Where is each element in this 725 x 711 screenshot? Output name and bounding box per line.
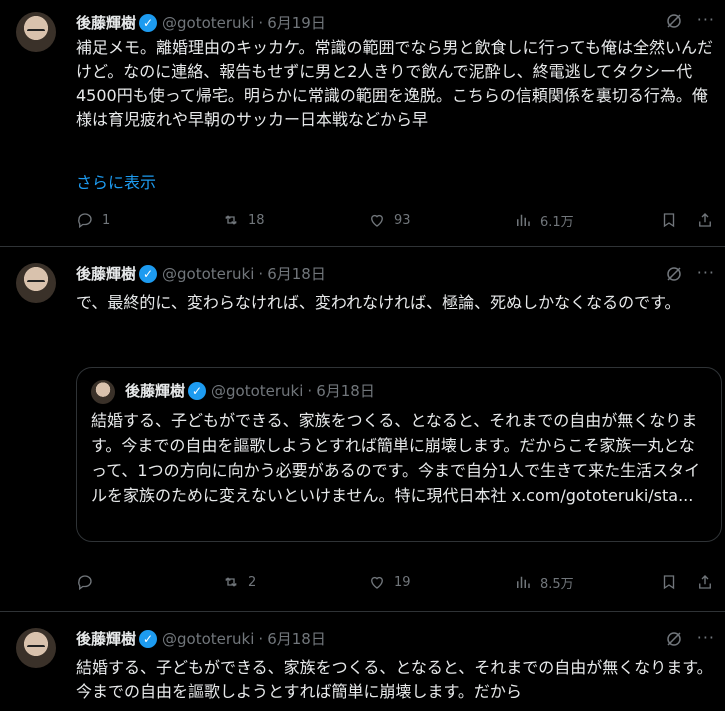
tweet-header: 後藤輝樹 ✓ @gototeruki · 6月18日 <box>76 263 326 284</box>
verified-badge-icon: ✓ <box>188 381 207 400</box>
like-button[interactable]: 19 <box>368 573 411 591</box>
retweet-icon <box>225 215 237 225</box>
verified-badge-icon: ✓ <box>139 629 158 648</box>
quoted-avatar[interactable] <box>91 380 115 404</box>
tweet-text: 補足メモ。離婚理由のキッカケ。常識の範囲でなら男と飲食しに行っても俺は全然いんだ… <box>76 38 713 129</box>
retweet-count: 2 <box>248 574 257 590</box>
reply-button[interactable] <box>76 573 102 591</box>
quoted-header: 後藤輝樹 ✓ @gototeruki · 6月18日 <box>125 380 375 401</box>
reply-count: 1 <box>102 212 111 228</box>
author-name[interactable]: 後藤輝樹 <box>76 628 136 649</box>
author-handle[interactable]: @gototeruki <box>162 265 254 283</box>
author-name[interactable]: 後藤輝樹 <box>76 263 136 284</box>
views-icon <box>517 576 530 588</box>
retweet-button[interactable]: 2 <box>222 573 256 591</box>
quoted-author-handle: @gototeruki <box>211 381 304 400</box>
bookmark-button[interactable] <box>660 573 678 591</box>
view-count: 8.5万 <box>540 576 574 592</box>
separator: · <box>258 629 264 648</box>
bookmark-icon <box>663 213 675 228</box>
share-button[interactable] <box>696 573 714 591</box>
separator: · <box>307 381 313 400</box>
quoted-tweet[interactable]: 後藤輝樹 ✓ @gototeruki · 6月18日 結婚する、子どもができる、… <box>76 367 722 542</box>
separator: · <box>258 264 264 283</box>
tweet[interactable]: 後藤輝樹 ✓ @gototeruki · 6月18日 ··· で、最終的に、変わ… <box>0 247 725 612</box>
tweet[interactable]: 後藤輝樹 ✓ @gototeruki · 6月19日 ··· 補足メモ。離婚理由… <box>0 0 725 247</box>
author-handle[interactable]: @gototeruki <box>162 14 254 32</box>
tweet-header: 後藤輝樹 ✓ @gototeruki · 6月18日 <box>76 628 326 649</box>
retweet-icon <box>225 577 237 587</box>
bookmark-icon <box>663 575 675 590</box>
quoted-date: 6月18日 <box>316 382 375 400</box>
tweet-date[interactable]: 6月18日 <box>267 263 326 284</box>
avatar[interactable] <box>16 628 56 668</box>
grok-icon[interactable] <box>665 12 683 30</box>
like-count: 93 <box>394 212 411 228</box>
bookmark-button[interactable] <box>660 211 678 229</box>
more-icon[interactable]: ··· <box>697 10 715 29</box>
quoted-text: 結婚する、子どもができる、家族をつくる、となると、それまでの自由が無くなります。… <box>91 411 701 505</box>
show-more-link[interactable]: さらに表示 <box>76 169 156 193</box>
verified-badge-icon: ✓ <box>139 264 158 283</box>
like-button[interactable]: 93 <box>368 211 411 229</box>
like-icon <box>371 214 383 227</box>
quoted-author-name: 後藤輝樹 <box>125 382 186 400</box>
avatar[interactable] <box>16 12 56 52</box>
tweet-header: 後藤輝樹 ✓ @gototeruki · 6月19日 <box>76 12 326 33</box>
tweet-date[interactable]: 6月19日 <box>267 12 326 33</box>
reply-icon <box>78 213 92 229</box>
share-icon <box>699 575 711 589</box>
grok-icon[interactable] <box>665 630 683 648</box>
reply-button[interactable]: 1 <box>76 211 110 229</box>
separator: · <box>258 13 264 32</box>
share-button[interactable] <box>696 211 714 229</box>
more-icon[interactable]: ··· <box>697 263 715 282</box>
views-icon <box>517 214 530 226</box>
view-count: 6.1万 <box>540 214 574 230</box>
views-button[interactable]: 8.5万 <box>514 573 574 592</box>
retweet-count: 18 <box>248 212 265 228</box>
author-handle[interactable]: @gototeruki <box>162 630 254 648</box>
avatar[interactable] <box>16 263 56 303</box>
share-icon <box>699 213 711 227</box>
author-name[interactable]: 後藤輝樹 <box>76 12 136 33</box>
tweet-date[interactable]: 6月18日 <box>267 628 326 649</box>
like-icon <box>371 576 383 589</box>
tweet-actions: 2 19 8.5万 <box>76 572 713 592</box>
tweet[interactable]: 後藤輝樹 ✓ @gototeruki · 6月18日 ··· 結婚する、子どもが… <box>0 612 725 711</box>
grok-icon[interactable] <box>665 265 683 283</box>
tweet-text: で、最終的に、変わらなければ、変われなければ、極論、死ぬしかなくなるのです。 <box>76 293 681 312</box>
tweet-text: 結婚する、子どもができる、家族をつくる、となると、それまでの自由が無くなります。… <box>76 658 713 701</box>
retweet-button[interactable]: 18 <box>222 211 265 229</box>
tweet-actions: 1 18 93 6.1万 <box>76 210 713 230</box>
more-icon[interactable]: ··· <box>697 628 715 647</box>
verified-badge-icon: ✓ <box>139 13 158 32</box>
like-count: 19 <box>394 574 411 590</box>
reply-icon <box>78 575 92 591</box>
views-button[interactable]: 6.1万 <box>514 211 574 230</box>
